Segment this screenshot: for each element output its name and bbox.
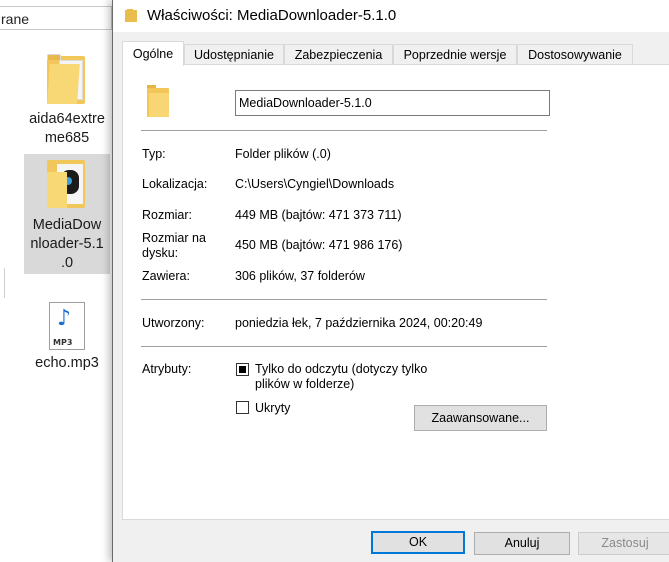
navigation-pane-edge <box>0 268 5 298</box>
type-value: Folder plików (.0) <box>235 147 331 161</box>
created-label: Utworzony: <box>142 316 205 330</box>
address-bar[interactable]: rane <box>0 6 112 30</box>
readonly-label: Tylko do odczytu (dotyczy tylko plików w… <box>255 362 428 391</box>
created-value: poniedzia łek, 7 października 2024, 00:2… <box>235 316 483 330</box>
type-label: Typ: <box>142 147 166 161</box>
hidden-label: Ukryty <box>255 401 291 415</box>
tab-security[interactable]: Zabezpieczenia <box>284 44 393 65</box>
mediadownloader-folder-icon <box>47 160 87 210</box>
divider <box>141 346 547 347</box>
tab-general[interactable]: Ogólne <box>122 41 184 66</box>
size-value: 449 MB (bajtów: 471 373 711) <box>235 208 402 222</box>
size-on-disk-value: 450 MB (bajtów: 471 986 176) <box>235 238 403 252</box>
tab-customize[interactable]: Dostosowywanie <box>517 44 633 65</box>
explorer-window: rane aida64extre me685 MediaDow nloader-… <box>0 0 116 562</box>
ok-button[interactable]: OK <box>371 531 465 554</box>
file-item-mediadownloader[interactable]: MediaDow nloader-5.1 .0 <box>24 154 110 274</box>
divider <box>141 130 547 131</box>
contains-value: 306 plików, 37 folderów <box>235 269 365 283</box>
advanced-button[interactable]: Zaawansowane... <box>414 405 547 431</box>
title-bar[interactable]: Właściwości: MediaDownloader-5.1.0 <box>113 0 669 32</box>
apply-button[interactable]: Zastosuj <box>578 532 669 555</box>
folder-icon <box>125 8 137 22</box>
window-title: Właściwości: MediaDownloader-5.1.0 <box>147 7 397 24</box>
location-value: C:\Users\Cyngiel\Downloads <box>235 177 395 191</box>
contains-label: Zawiera: <box>142 269 190 283</box>
properties-dialog: Właściwości: MediaDownloader-5.1.0 Ogóln… <box>112 0 669 562</box>
location-label: Lokalizacja: <box>142 177 208 191</box>
file-item-echo-mp3[interactable]: ♪ MP3 echo.mp3 <box>24 302 110 382</box>
mp3-file-icon: ♪ MP3 <box>49 302 85 350</box>
readonly-checkbox[interactable] <box>236 363 249 376</box>
attributes-label: Atrybuty: <box>142 362 192 376</box>
file-label: aida64extre me685 <box>29 111 105 146</box>
size-on-disk-label: Rozmiar na dysku: <box>142 231 206 260</box>
music-note-icon: ♪ <box>57 306 72 331</box>
hidden-checkbox[interactable] <box>236 401 249 414</box>
mp3-badge: MP3 <box>53 338 73 347</box>
size-label: Rozmiar: <box>142 208 193 222</box>
folder-icon <box>47 54 87 104</box>
tab-sharing[interactable]: Udostępnianie <box>184 44 284 65</box>
address-text: rane <box>1 11 30 27</box>
folder-icon <box>147 85 169 117</box>
general-panel: Typ: Folder plików (.0) Lokalizacja: C:\… <box>122 64 669 520</box>
file-label: MediaDow nloader-5.1 .0 <box>30 217 104 271</box>
file-label: echo.mp3 <box>35 355 99 371</box>
cancel-button[interactable]: Anuluj <box>474 532 570 555</box>
tab-previous-versions[interactable]: Poprzednie wersje <box>393 44 517 65</box>
divider <box>141 299 547 300</box>
file-item-aida64[interactable]: aida64extre me685 <box>24 54 110 150</box>
folder-name-input[interactable] <box>235 90 550 116</box>
